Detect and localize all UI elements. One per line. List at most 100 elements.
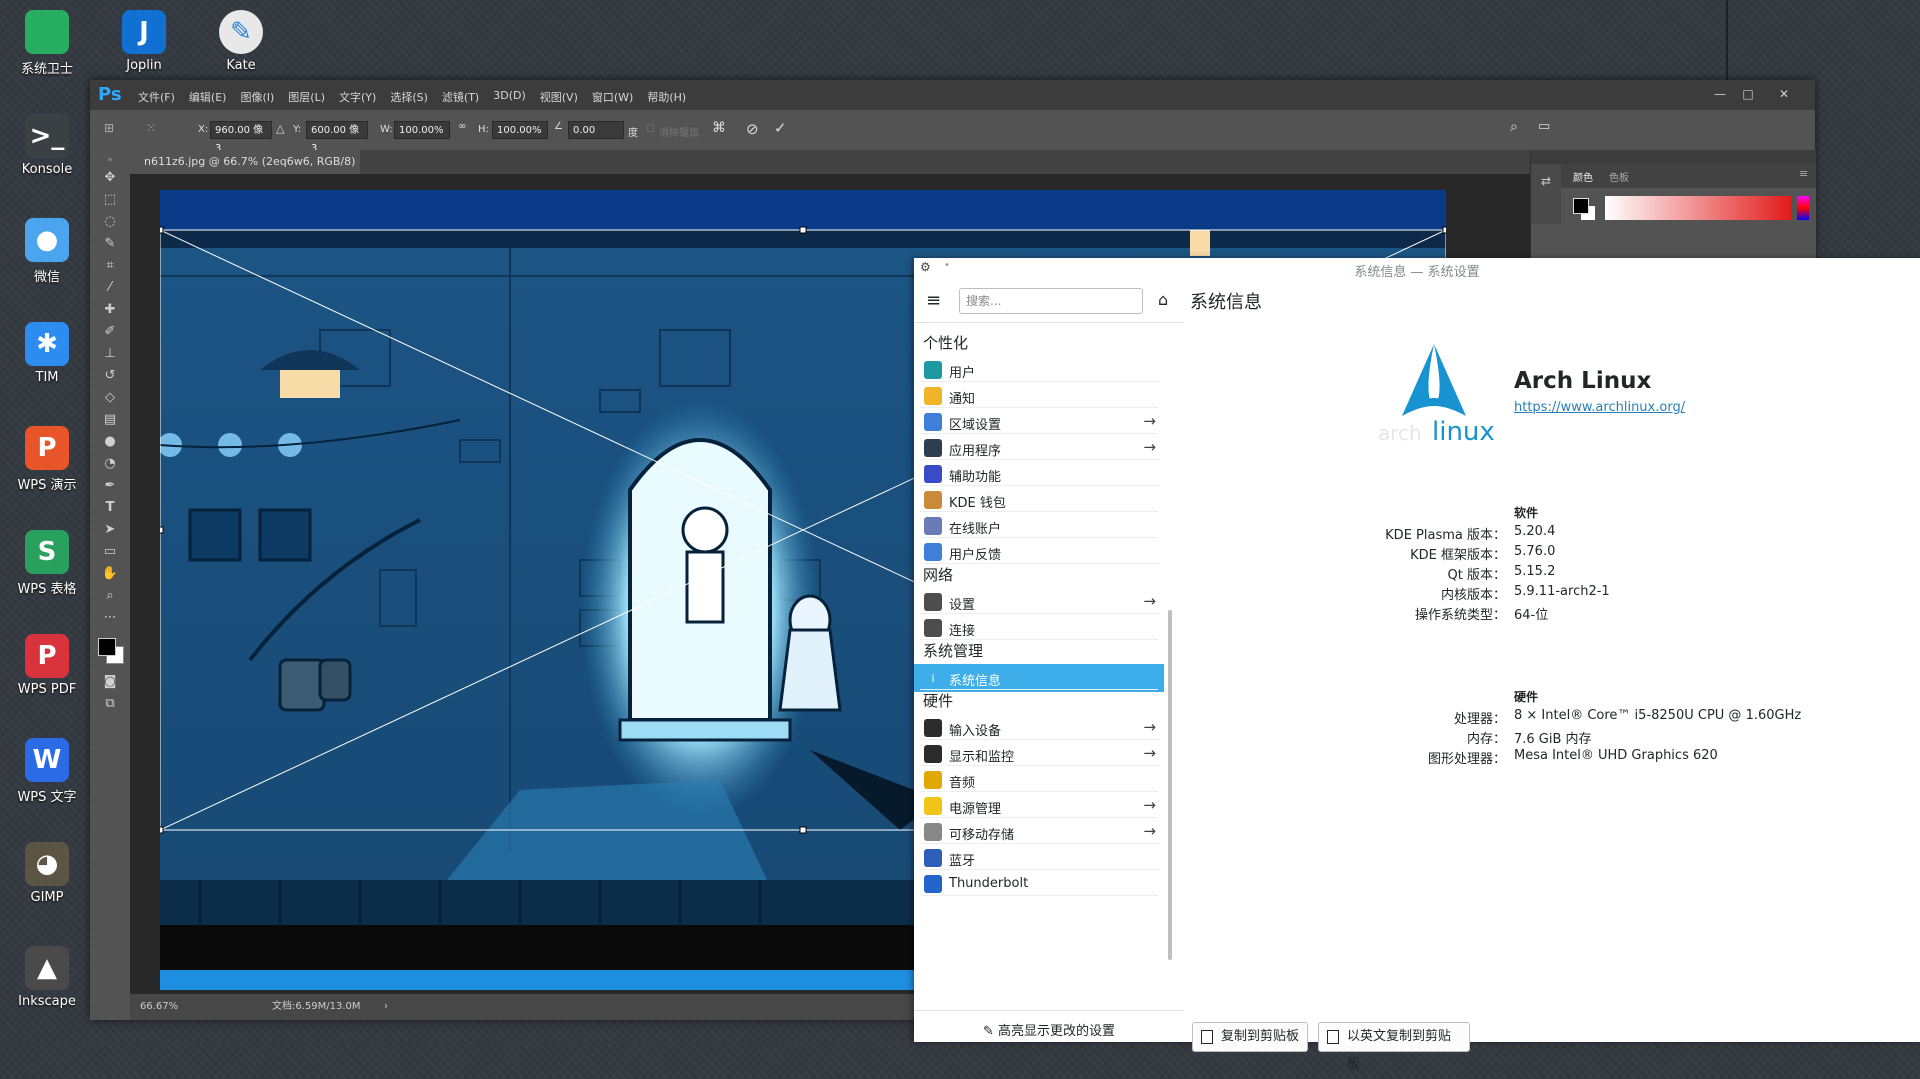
sidebar-item[interactable]: KDE 钱包 bbox=[914, 486, 1164, 514]
ps-menu-item[interactable]: 帮助(H) bbox=[647, 89, 686, 105]
sidebar-item[interactable]: 连接 bbox=[914, 614, 1164, 642]
sidebar-item[interactable]: 电源管理 → bbox=[914, 792, 1164, 820]
search-icon[interactable]: ⌕ bbox=[1510, 119, 1518, 135]
pen-tool-icon[interactable]: ✒ bbox=[98, 476, 122, 496]
sidebar-item[interactable]: 在线账户 bbox=[914, 512, 1164, 540]
history-brush-tool-icon[interactable]: ↺ bbox=[98, 366, 122, 386]
desktop-top-icon-1[interactable]: ✎ Kate bbox=[202, 10, 280, 73]
sidebar-item[interactable]: 输入设备 → bbox=[914, 714, 1164, 742]
ps-menu-item[interactable]: 滤镜(T) bbox=[442, 89, 479, 105]
desktop-icon-9[interactable]: ▲ Inkscape bbox=[8, 946, 86, 1009]
sidebar-scrollbar[interactable] bbox=[1168, 610, 1172, 960]
ps-menu-item[interactable]: 3D(D) bbox=[493, 89, 526, 105]
dodge-tool-icon[interactable]: ◔ bbox=[98, 454, 122, 474]
desktop-icon-7[interactable]: W WPS 文字 bbox=[8, 738, 86, 805]
screen-mode-icon[interactable]: ⧉ bbox=[98, 694, 122, 714]
commit-transform-icon[interactable]: ✓ bbox=[774, 119, 787, 137]
desktop-icon-1[interactable]: >_ Konsole bbox=[8, 114, 86, 177]
sidebar-item[interactable]: 显示和监控 → bbox=[914, 740, 1164, 768]
hamburger-menu-icon[interactable]: ≡ bbox=[926, 290, 941, 311]
sidebar-item[interactable]: 用户反馈 bbox=[914, 538, 1164, 566]
sidebar-item[interactable]: 可移动存储 → bbox=[914, 818, 1164, 846]
ps-menu-item[interactable]: 文字(Y) bbox=[339, 89, 376, 105]
ps-menu-item[interactable]: 图像(I) bbox=[240, 89, 274, 105]
home-icon[interactable]: ⌂ bbox=[1158, 290, 1168, 309]
copy-to-clipboard-button[interactable]: 复制到剪贴板 bbox=[1192, 1022, 1308, 1052]
sidebar-item[interactable]: 应用程序 → bbox=[914, 434, 1164, 462]
eraser-tool-icon[interactable]: ◇ bbox=[98, 388, 122, 408]
panel-fg-swatch[interactable] bbox=[1573, 198, 1589, 214]
zoom-tool-icon[interactable]: ⌕ bbox=[98, 586, 122, 606]
crop-tool-icon[interactable]: ⌗ bbox=[98, 256, 122, 276]
desktop-icon-6[interactable]: P WPS PDF bbox=[8, 634, 86, 697]
distro-url-link[interactable]: https://www.archlinux.org/ bbox=[1514, 400, 1685, 415]
ps-menu-item[interactable]: 窗口(W) bbox=[592, 89, 633, 105]
color-field[interactable] bbox=[1605, 196, 1791, 220]
hue-slider[interactable] bbox=[1797, 196, 1809, 220]
quick-mask-icon[interactable]: ◙ bbox=[98, 672, 122, 692]
ps-menu-item[interactable]: 编辑(E) bbox=[189, 89, 227, 105]
reference-point-icon[interactable]: ⁙ bbox=[146, 121, 156, 135]
desktop-icon-2[interactable]: ● 微信 bbox=[8, 218, 86, 285]
h-field[interactable]: 100.00% bbox=[492, 121, 548, 139]
copy-english-button[interactable]: 以英文复制到剪贴板 bbox=[1318, 1022, 1470, 1072]
search-input[interactable]: 搜索... bbox=[959, 288, 1143, 314]
foreground-color-swatch[interactable] bbox=[98, 638, 116, 656]
healing-tool-icon[interactable]: ✚ bbox=[98, 300, 122, 320]
w-field[interactable]: 100.00% bbox=[394, 121, 450, 139]
transform-icon[interactable]: ⊞ bbox=[104, 121, 114, 135]
delta-icon[interactable]: △ bbox=[276, 122, 284, 135]
toolbar-collapse-icon[interactable]: » bbox=[98, 150, 122, 170]
tab-color[interactable]: 颜色 bbox=[1573, 169, 1593, 184]
lasso-tool-icon[interactable]: ◌ bbox=[98, 212, 122, 232]
ps-menu-item[interactable]: 视图(V) bbox=[540, 89, 578, 105]
shape-tool-icon[interactable]: ▭ bbox=[98, 542, 122, 562]
highlight-changed-button[interactable]: ✎ 高亮显示更改的设置 bbox=[914, 1020, 1184, 1039]
more-tools-icon[interactable]: ⋯ bbox=[98, 608, 122, 628]
type-tool-icon[interactable]: T bbox=[98, 498, 122, 518]
antialias-checkbox[interactable]: ☐ bbox=[646, 124, 655, 135]
sidebar-item[interactable]: Thunderbolt bbox=[914, 870, 1164, 898]
ps-menu-item[interactable]: 文件(F) bbox=[138, 89, 175, 105]
sidebar-item[interactable]: 蓝牙 bbox=[914, 844, 1164, 872]
tab-swatches[interactable]: 色板 bbox=[1609, 169, 1629, 184]
desktop-icon-0[interactable]: 系统卫士 bbox=[8, 10, 86, 77]
hand-tool-icon[interactable]: ✋ bbox=[98, 564, 122, 584]
desktop-top-icon-0[interactable]: J Joplin bbox=[105, 10, 183, 73]
sidebar-item[interactable]: 设置 → bbox=[914, 588, 1164, 616]
panel-menu-icon[interactable]: ≡ bbox=[1799, 167, 1808, 180]
quick-select-tool-icon[interactable]: ✎ bbox=[98, 234, 122, 254]
close-button[interactable]: ✕ bbox=[1770, 84, 1798, 104]
stamp-tool-icon[interactable]: ⊥ bbox=[98, 344, 122, 364]
minimize-button[interactable]: — bbox=[1706, 84, 1734, 104]
status-menu-icon[interactable]: › bbox=[384, 994, 388, 1020]
path-select-tool-icon[interactable]: ➤ bbox=[98, 520, 122, 540]
desktop-icon-5[interactable]: S WPS 表格 bbox=[8, 530, 86, 597]
ps-menu-item[interactable]: 图层(L) bbox=[288, 89, 325, 105]
gradient-tool-icon[interactable]: ▤ bbox=[98, 410, 122, 430]
angle-field[interactable]: 0.00 bbox=[568, 121, 624, 139]
brush-tool-icon[interactable]: ✐ bbox=[98, 322, 122, 342]
eyedropper-tool-icon[interactable]: ⁄ bbox=[98, 278, 122, 298]
sidebar-item[interactable]: 辅助功能 bbox=[914, 460, 1164, 488]
document-tab[interactable]: n611z6.jpg @ 66.7% (2eq6w6, RGB/8) × bbox=[130, 150, 360, 192]
ps-menu-item[interactable]: 选择(S) bbox=[390, 89, 428, 105]
desktop-icon-3[interactable]: ✱ TIM bbox=[8, 322, 86, 385]
x-field[interactable]: 960.00 像3 bbox=[210, 121, 272, 154]
sidebar-item[interactable]: 通知 bbox=[914, 382, 1164, 410]
sidebar-item[interactable]: 区域设置 → bbox=[914, 408, 1164, 436]
sidebar-item[interactable]: i 系统信息 bbox=[914, 664, 1164, 692]
panel-strip-icon[interactable]: ⇄ bbox=[1531, 174, 1561, 188]
maximize-button[interactable]: □ bbox=[1734, 84, 1762, 104]
sidebar-item[interactable]: 用户 bbox=[914, 356, 1164, 384]
warp-icon[interactable]: ⌘ bbox=[712, 120, 726, 136]
cancel-transform-icon[interactable]: ⊘ bbox=[746, 120, 759, 138]
desktop-icon-4[interactable]: P WPS 演示 bbox=[8, 426, 86, 493]
sidebar-item[interactable]: 音频 bbox=[914, 766, 1164, 794]
y-field[interactable]: 600.00 像3 bbox=[306, 121, 368, 154]
zoom-level[interactable]: 66.67% bbox=[140, 994, 178, 1020]
desktop-icon-8[interactable]: ◕ GIMP bbox=[8, 842, 86, 905]
workspace-icon[interactable]: ▭ bbox=[1538, 119, 1550, 134]
move-tool-icon[interactable]: ✥ bbox=[98, 168, 122, 188]
blur-tool-icon[interactable]: ● bbox=[98, 432, 122, 452]
